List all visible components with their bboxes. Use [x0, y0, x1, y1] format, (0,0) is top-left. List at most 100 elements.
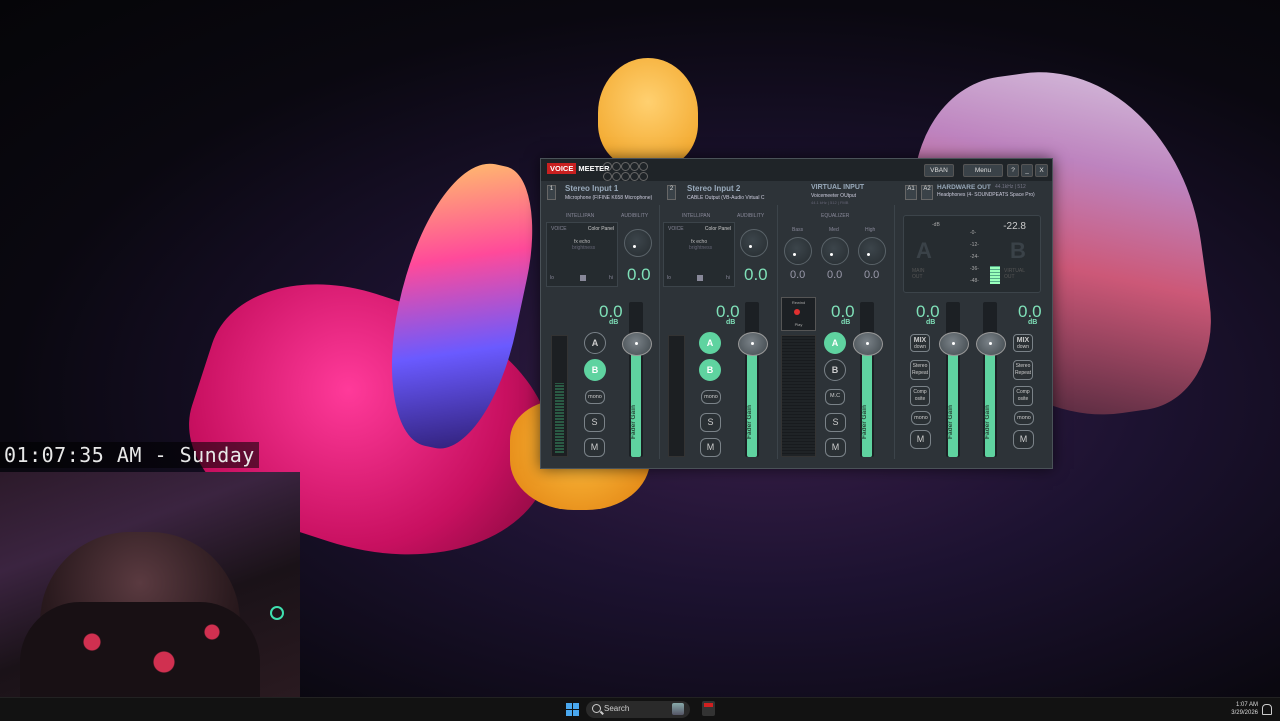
- virtual-mute-button[interactable]: M: [825, 438, 846, 457]
- hw2-db-label: dB: [1028, 319, 1038, 326]
- hw1-fader-knob[interactable]: [939, 332, 969, 356]
- strip1-solo-button[interactable]: S: [584, 413, 605, 432]
- search-label: Search: [604, 704, 630, 713]
- strip1-b-button[interactable]: B: [584, 359, 606, 381]
- title-bar[interactable]: VOICE MEETER VBAN Menu ? _ X: [541, 159, 1052, 181]
- hardware-meter-db: -22.8: [1003, 221, 1026, 232]
- hw2-mute-button[interactable]: M: [1013, 430, 1034, 449]
- hardware-header[interactable]: A1 A2 HARDWARE OUT 44.1kHz | 512 Headpho…: [903, 181, 1051, 203]
- virtual-mc-button[interactable]: M.C: [825, 389, 845, 405]
- main-out-label: MAIN OUT: [912, 268, 925, 280]
- strip1-audibility-knob[interactable]: [624, 229, 652, 257]
- strip2-b-button[interactable]: B: [699, 359, 721, 381]
- hw2-fader-knob[interactable]: [976, 332, 1006, 356]
- strip1-number[interactable]: 1: [547, 185, 556, 200]
- strip2-mute-button[interactable]: M: [700, 438, 721, 457]
- voicemeeter-taskbar-icon[interactable]: [702, 701, 715, 716]
- hardware-device[interactable]: Headphones (4- SOUNDPEATS Space Pro): [937, 192, 1035, 198]
- a2-select[interactable]: A2: [921, 185, 933, 200]
- strip2-title[interactable]: Stereo Input 2: [687, 184, 740, 193]
- separator: [894, 205, 895, 459]
- strip2-number[interactable]: 2: [667, 185, 676, 200]
- hw1-mix-down-button[interactable]: MIX down: [910, 334, 930, 352]
- taskbar: Search 1:07 AM 3/29/2026: [0, 697, 1280, 721]
- strip1-fader-knob[interactable]: [622, 332, 652, 356]
- strip2-db-label: dB: [726, 319, 736, 326]
- voicemeeter-window: VOICE MEETER VBAN Menu ? _ X 1 Stereo Inp…: [540, 158, 1053, 469]
- eq-high-knob[interactable]: [858, 237, 886, 265]
- hw1-mute-button[interactable]: M: [910, 430, 931, 449]
- strip1-fader[interactable]: Fader Gain: [622, 302, 652, 457]
- strip1-header[interactable]: 1 Stereo Input 1 Microphone (FIFINE K658…: [541, 181, 661, 203]
- hw2-composite-button[interactable]: Comp osite: [1013, 386, 1033, 406]
- virtual-title: VIRTUAL INPUT: [811, 184, 865, 191]
- eq-bass-knob[interactable]: [784, 237, 812, 265]
- recorder-rewind-label[interactable]: Rewind: [782, 300, 815, 305]
- strip2-color-panel-label[interactable]: Color Panel: [705, 226, 731, 232]
- hw2-fader[interactable]: Fader Gain: [976, 302, 1006, 457]
- hardware-meter-panel: -dB -22.8 A B MAIN OUT VIRTUAL OUT -0- -…: [903, 215, 1041, 293]
- strip2-device[interactable]: CABLE Output (VB-Audio Virtual C: [687, 195, 773, 201]
- help-button[interactable]: ?: [1007, 164, 1019, 177]
- separator: [659, 205, 660, 459]
- register-icons: [603, 162, 648, 181]
- strip1-hi-label: hi: [609, 275, 613, 281]
- virtual-out-label: VIRTUAL OUT: [1004, 268, 1025, 280]
- strip2-fader[interactable]: Fader Gain: [738, 302, 768, 457]
- a1-select[interactable]: A1: [905, 185, 917, 200]
- virtual-fader[interactable]: Fader Gain: [853, 302, 883, 457]
- strip1-mono-button[interactable]: mono: [585, 390, 605, 404]
- virtual-fader-label: Fader Gain: [861, 405, 868, 439]
- windows-start-icon[interactable]: [566, 703, 579, 716]
- strip1-color-panel-label[interactable]: Color Panel: [588, 226, 614, 232]
- strip1-audibility-label: AUDIBILITY: [621, 213, 649, 219]
- webcam-indicator-icon: [270, 606, 284, 620]
- menu-button[interactable]: Menu: [963, 164, 1003, 177]
- strip2-intellipan-panel[interactable]: VOICE Color Panel fx echo brightness lo …: [663, 222, 735, 287]
- strip2-audibility-knob[interactable]: [740, 229, 768, 257]
- close-button[interactable]: X: [1035, 164, 1048, 177]
- strip2-solo-button[interactable]: S: [700, 413, 721, 432]
- strip1-db-label: dB: [609, 319, 619, 326]
- notification-bell-icon[interactable]: [1262, 704, 1272, 715]
- strip2-pan-cursor[interactable]: [697, 275, 703, 281]
- virtual-fader-knob[interactable]: [853, 332, 883, 356]
- virtual-b-button[interactable]: B: [824, 359, 846, 381]
- virtual-device: Voicemeeter OUtput: [811, 193, 857, 199]
- hw2-mix-down-button[interactable]: MIX down: [1013, 334, 1033, 352]
- strip1-brightness-label: brightness: [572, 245, 596, 251]
- strip2-header[interactable]: 2 Stereo Input 2 CABLE Output (VB-Audio …: [661, 181, 776, 203]
- recorder-panel[interactable]: Rewind Play: [781, 297, 816, 331]
- minimize-button[interactable]: _: [1021, 164, 1033, 177]
- virtual-a-button[interactable]: A: [824, 332, 846, 354]
- hw1-composite-button[interactable]: Comp osite: [910, 386, 930, 406]
- strip2-mono-button[interactable]: mono: [701, 390, 721, 404]
- record-icon[interactable]: [794, 309, 800, 315]
- strip1-mute-button[interactable]: M: [584, 438, 605, 457]
- vban-button[interactable]: VBAN: [924, 164, 954, 177]
- strip1-pan-cursor[interactable]: [580, 275, 586, 281]
- strip1-title[interactable]: Stereo Input 1: [565, 184, 618, 193]
- hw2-mono-button[interactable]: mono: [1014, 411, 1034, 425]
- virtual-solo-button[interactable]: S: [825, 413, 846, 432]
- hardware-title: HARDWARE OUT: [937, 184, 991, 191]
- strip1-a-button[interactable]: A: [584, 332, 606, 354]
- recorder-play-label[interactable]: Play: [782, 322, 815, 327]
- eq-med-knob[interactable]: [821, 237, 849, 265]
- strip2-fader-knob[interactable]: [738, 332, 768, 356]
- hw1-stereo-repeat-button[interactable]: Stereo Repeat: [910, 360, 930, 380]
- hw1-fader[interactable]: Fader Gain: [939, 302, 969, 457]
- strip1-device[interactable]: Microphone (FIFINE K658 Microphone): [565, 195, 657, 201]
- strip1-intellipan-panel[interactable]: VOICE Color Panel fx echo brightness lo …: [546, 222, 618, 287]
- separator: [777, 205, 778, 459]
- eq-med-label: Med: [829, 227, 839, 233]
- taskbar-clock[interactable]: 1:07 AM 3/29/2026: [1231, 701, 1258, 717]
- hardware-level-bar: [990, 266, 1000, 284]
- strip2-a-button[interactable]: A: [699, 332, 721, 354]
- virtual-header[interactable]: VIRTUAL INPUT Voicemeeter OUtput 44.1 kH…: [781, 181, 891, 205]
- webcam-feed: [0, 472, 300, 697]
- hw2-stereo-repeat-button[interactable]: Stereo Repeat: [1013, 360, 1033, 380]
- hw1-mono-button[interactable]: mono: [911, 411, 931, 425]
- eq-high-value: 0.0: [864, 269, 880, 281]
- taskbar-search[interactable]: Search: [586, 701, 690, 718]
